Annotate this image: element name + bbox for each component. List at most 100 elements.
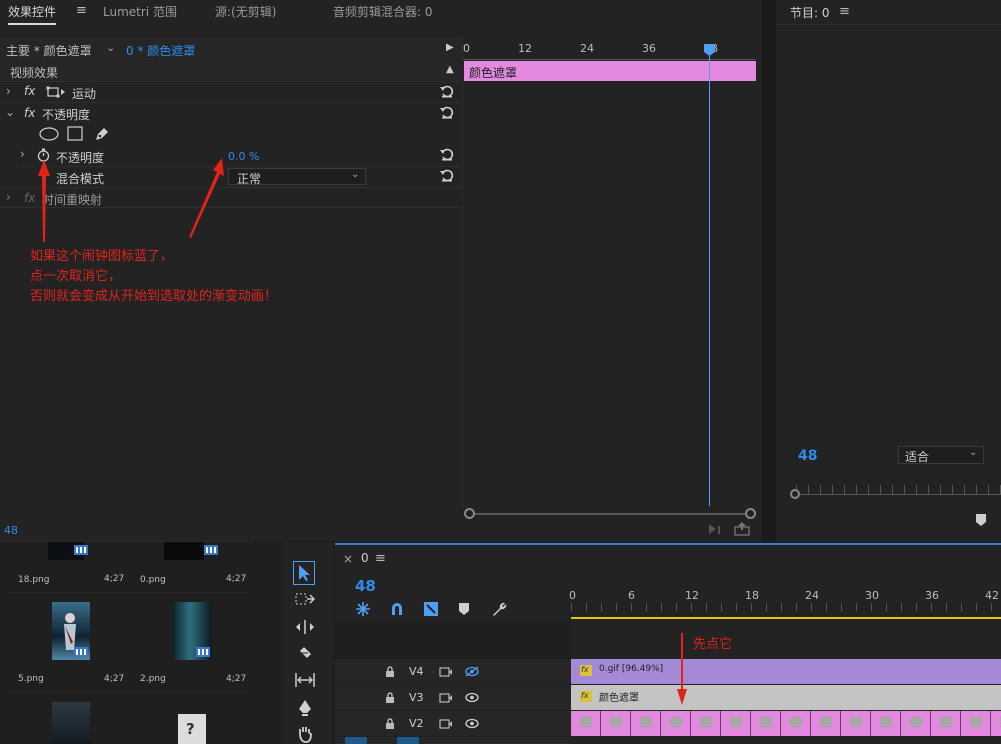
collapse-opacity-chevron-icon[interactable]: ⌄ [5, 105, 15, 119]
rectangle-mask-icon[interactable] [67, 126, 83, 141]
filmstrip-badge-icon [74, 647, 88, 657]
motion-effect-label[interactable]: 运动 [72, 85, 96, 102]
reset-opacity-param-icon[interactable] [440, 147, 454, 161]
fx-badge-label: fx [581, 691, 589, 700]
figure-thumbnail-icon [61, 612, 79, 652]
clip-dropdown-chevron-icon[interactable]: ⌄ [106, 41, 115, 54]
expand-motion-chevron-icon[interactable]: › [6, 84, 11, 98]
nest-toggle-icon[interactable] [355, 601, 371, 617]
fit-dropdown[interactable]: 适合 ⌄ [898, 446, 984, 464]
timeline-timecode[interactable]: 48 [355, 577, 376, 595]
program-scrub-bar[interactable] [790, 480, 1001, 500]
project-item-duration: 4;27 [226, 574, 247, 584]
add-marker-icon[interactable] [459, 603, 469, 615]
project-item[interactable]: 5.png 4;27 [12, 600, 124, 684]
lock-icon[interactable] [385, 718, 395, 729]
work-area-bar[interactable] [571, 617, 1001, 619]
ruler-tick: 36 [642, 42, 656, 55]
collapse-up-icon[interactable]: ▲ [446, 64, 454, 75]
ellipse-mask-icon[interactable] [39, 127, 59, 141]
reset-motion-icon[interactable] [440, 84, 454, 98]
reset-opacity-icon[interactable] [440, 105, 454, 119]
playhead-line[interactable] [709, 46, 710, 506]
marker-icon[interactable] [976, 514, 986, 526]
opacity-effect-label[interactable]: 不透明度 [42, 106, 90, 123]
project-item[interactable]: 2.png 4;27 [134, 600, 246, 684]
effect-controls-panel: 效果控件 Lumetri 范围 源:(无剪辑) 音频剪辑混合器: 0 ≡ 主要 … [0, 0, 762, 541]
expand-opacity-param-chevron-icon[interactable]: › [20, 147, 25, 161]
selection-tool-icon[interactable] [293, 561, 315, 585]
hand-tool-icon[interactable] [297, 725, 313, 743]
linked-selection-icon[interactable] [423, 601, 439, 617]
wrench-settings-icon[interactable] [491, 601, 507, 617]
keyframe-scrollbar[interactable] [464, 508, 756, 520]
clip-sequence-images[interactable] [571, 711, 1001, 736]
eye-icon[interactable] [465, 718, 479, 729]
missing-file-icon: ? [186, 720, 195, 738]
chevron-down-icon: ⌄ [351, 169, 360, 180]
clip-color-matte[interactable]: fx 颜色遮罩 [571, 685, 1001, 710]
ruler-tick: 24 [805, 589, 819, 602]
fx-badge[interactable]: fx [24, 106, 35, 120]
track-area: fx 0.gif [96.49%] fx 颜色遮罩 [571, 621, 1001, 744]
razor-tool-icon[interactable] [297, 645, 313, 661]
toggle-sync-icon[interactable] [439, 719, 453, 729]
program-menu-icon[interactable]: ≡ [839, 4, 850, 19]
track-name: V3 [409, 691, 424, 704]
video-effects-title: 视频效果 [10, 66, 59, 80]
fx-badge[interactable]: fx [24, 84, 35, 98]
slip-tool-icon[interactable] [295, 672, 315, 688]
opacity-value[interactable]: 0.0 % [228, 150, 259, 163]
ripple-edit-tool-icon[interactable] [295, 619, 315, 635]
project-item[interactable]: 18.png 4;27 [12, 542, 124, 594]
project-item[interactable]: 0.png 4;27 [134, 542, 246, 594]
timeline-ruler[interactable]: 0 6 12 18 24 30 36 42 [569, 587, 1001, 621]
pen-tool-icon[interactable] [297, 699, 313, 717]
expand-time-remap-chevron-icon[interactable]: › [6, 190, 11, 204]
track-header-v3[interactable]: V3 [335, 685, 571, 710]
clip-gif[interactable]: fx 0.gif [96.49%] [571, 659, 1001, 684]
project-item[interactable]: ? [178, 714, 206, 744]
tab-lumetri-scopes[interactable]: Lumetri 范围 [103, 3, 177, 20]
program-monitor-title[interactable]: 节目: 0 [790, 4, 830, 21]
blend-mode-dropdown[interactable]: 正常 ⌄ [228, 168, 366, 186]
tab-source[interactable]: 源:(无剪辑) [215, 3, 276, 20]
ruler-tick: 0 [569, 589, 576, 602]
close-sequence-icon[interactable]: × [343, 552, 353, 566]
tab-effect-controls[interactable]: 效果控件 [8, 3, 57, 25]
track-header-v2[interactable]: V2 [335, 711, 571, 736]
project-item[interactable] [52, 702, 90, 744]
filmstrip-badge-icon [74, 545, 88, 555]
eye-hidden-icon[interactable] [465, 666, 479, 677]
pen-mask-icon[interactable] [94, 126, 110, 142]
keyframe-timeline-area: 0 12 24 36 48 颜色遮罩 [462, 38, 762, 508]
track-header-v4[interactable]: V4 [335, 659, 571, 684]
eye-icon[interactable] [465, 692, 479, 703]
effect-controls-timecode[interactable]: 48 [4, 524, 18, 537]
ruler-tick: 0 [463, 42, 470, 55]
program-timecode[interactable]: 48 [798, 448, 817, 464]
track-header-v1[interactable] [335, 737, 571, 744]
sequence-tab-label[interactable]: 0 [361, 551, 369, 565]
sequence-clip-label[interactable]: 0 * 颜色遮罩 [126, 42, 195, 59]
clip-bar[interactable]: 颜色遮罩 [464, 61, 756, 81]
tab-audio-clip-mixer[interactable]: 音频剪辑混合器: 0 [333, 3, 433, 20]
transform-icon [46, 86, 66, 98]
video-effects-section: 视频效果 ▲ [0, 61, 462, 81]
lock-icon[interactable] [385, 692, 395, 703]
track-select-tool-icon[interactable] [295, 591, 315, 607]
toggle-sync-icon[interactable] [439, 667, 453, 677]
toggle-sync-icon[interactable] [439, 693, 453, 703]
snap-magnet-icon[interactable] [389, 601, 405, 617]
play-triangle-icon[interactable]: ▶ [446, 42, 454, 53]
lock-icon[interactable] [385, 666, 395, 677]
play-audio-icon[interactable] [708, 523, 722, 535]
reset-blend-mode-icon[interactable] [440, 168, 454, 182]
effect-controls-menu-icon[interactable]: ≡ [76, 3, 87, 18]
timeline-menu-icon[interactable]: ≡ [375, 551, 386, 566]
export-icon[interactable] [734, 522, 750, 536]
project-item-name: 5.png [18, 674, 44, 684]
master-clip-label[interactable]: 主要 * 颜色遮罩 [6, 42, 92, 59]
project-item-name: 2.png [140, 674, 166, 684]
playhead-handle-icon[interactable] [703, 43, 716, 57]
